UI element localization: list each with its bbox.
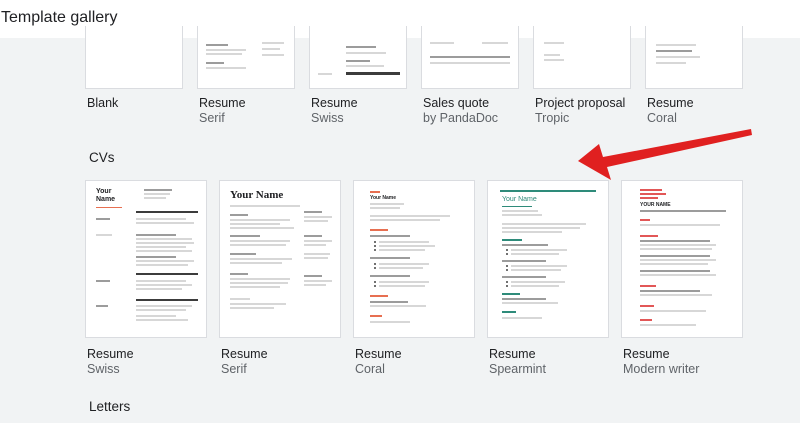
template-project-proposal-thumbnail[interactable] [533,26,631,89]
template-name: Resume [221,347,268,361]
template-variant: Coral [647,111,677,125]
template-name: Resume [311,96,358,110]
preview-name: Your Name [370,195,397,201]
cv-resume-swiss-thumbnail[interactable]: Your Name [85,180,207,338]
template-resume-swiss-thumbnail[interactable] [309,26,407,89]
cv-resume-spearmint-thumbnail[interactable]: Your Name [487,180,609,338]
template-resume-swiss-caption: Resume Swiss [311,96,358,126]
template-name: Resume [647,96,694,110]
template-variant: Swiss [311,111,344,125]
template-variant: Tropic [535,111,570,125]
cv-resume-serif-caption: Resume Serif [221,347,268,377]
template-blank-thumbnail[interactable] [85,26,183,89]
cv-resume-coral-caption: Resume Coral [355,347,402,377]
cv-resume-spearmint-caption: Resume Spearmint [489,347,546,377]
section-heading-letters: Letters [89,399,131,414]
template-resume-coral-caption: Resume Coral [647,96,694,126]
arrow-shape [578,129,752,180]
preview-name: Your Name [96,188,116,203]
section-heading-cvs: CVs [89,150,115,165]
template-sales-quote-caption: Sales quote by PandaDoc [423,96,498,126]
cv-resume-coral-thumbnail[interactable]: Your Name [353,180,475,338]
template-variant: Spearmint [489,362,546,376]
template-resume-coral-thumbnail[interactable] [645,26,743,89]
cv-resume-modern-writer-caption: Resume Modern writer [623,347,699,377]
cv-resume-swiss-caption: Resume Swiss [87,347,134,377]
template-variant: Serif [199,111,225,125]
template-variant: by PandaDoc [423,111,499,125]
template-blank-caption: Blank [87,96,118,111]
preview-name: YOUR NAME [640,202,671,208]
template-name: Resume [623,347,670,361]
page-title: Template gallery [1,9,118,26]
preview-name: Your Name [230,189,284,201]
template-name: Resume [489,347,536,361]
template-sales-quote-thumbnail[interactable] [421,26,519,89]
template-variant: Serif [221,362,247,376]
template-variant: Swiss [87,362,120,376]
template-name: Blank [87,96,119,110]
template-resume-serif-caption: Resume Serif [199,96,246,126]
template-name: Resume [87,347,134,361]
template-name: Resume [355,347,402,361]
cv-resume-modern-writer-thumbnail[interactable]: YOUR NAME [621,180,743,338]
template-variant: Coral [355,362,385,376]
preview-name: Your Name [502,196,537,203]
template-variant: Modern writer [623,362,700,376]
cv-resume-serif-thumbnail[interactable]: Your Name [219,180,341,338]
template-name: Sales quote [423,96,490,110]
template-project-proposal-caption: Project proposal Tropic [535,96,625,126]
template-name: Resume [199,96,246,110]
template-resume-serif-thumbnail[interactable] [197,26,295,89]
template-name: Project proposal [535,96,626,110]
